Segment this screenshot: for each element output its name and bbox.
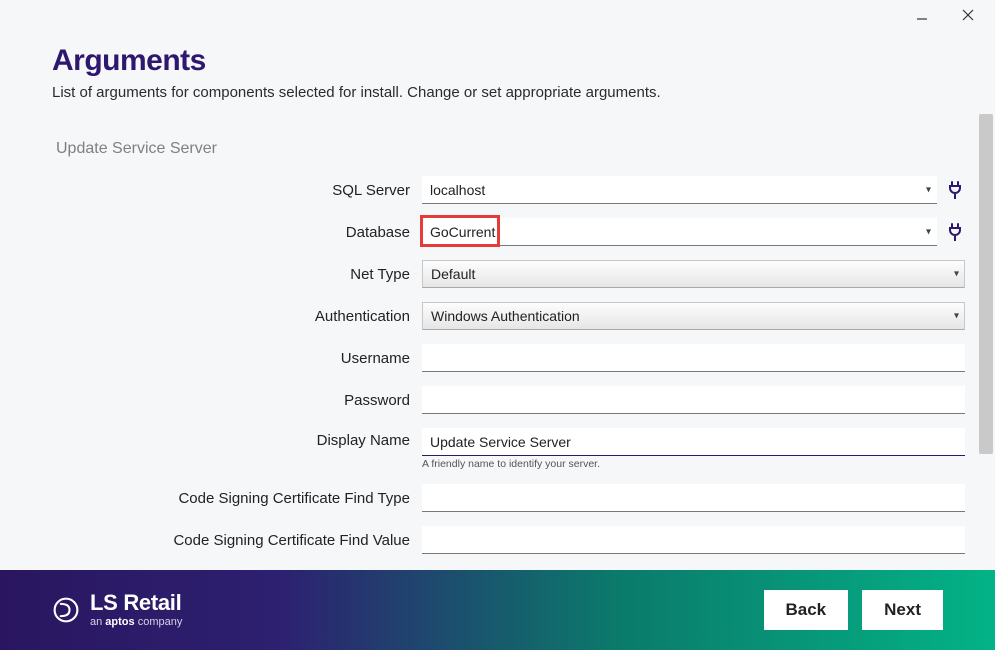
label-authentication: Authentication [52,308,422,325]
label-net-type: Net Type [52,266,422,283]
row-database: Database ▾ [52,218,965,246]
brand-sub-bold: aptos [105,616,134,628]
test-connection-icon[interactable] [945,222,965,242]
row-username: Username [52,344,965,372]
page-title: Arguments [52,44,965,78]
installer-window: Arguments List of arguments for componen… [0,0,995,650]
label-sql-server: SQL Server [52,182,422,199]
authentication-value: Windows Authentication [431,308,580,324]
brand-sub-suffix: company [135,616,183,628]
cert-find-type-input[interactable] [422,484,965,512]
brand: LS Retail an aptos company [52,592,182,628]
brand-name: LS Retail [90,592,182,614]
brand-sub-prefix: an [90,616,105,628]
titlebar [913,0,995,30]
password-input[interactable] [422,386,965,414]
display-name-helper: A friendly name to identify your server. [422,458,965,470]
row-cert-find-value: Code Signing Certificate Find Value [52,526,965,554]
test-connection-icon[interactable] [945,180,965,200]
row-authentication: Authentication Windows Authentication ▾ [52,302,965,330]
vertical-scrollbar[interactable] [979,114,993,570]
cert-find-value-input[interactable] [422,526,965,554]
arguments-form: SQL Server ▾ Database ▾ [52,176,965,554]
database-combobox[interactable] [422,218,937,246]
sql-server-combobox[interactable] [422,176,937,204]
label-cert-find-type: Code Signing Certificate Find Type [52,490,422,507]
row-net-type: Net Type Default ▾ [52,260,965,288]
net-type-value: Default [431,266,475,282]
display-name-input[interactable] [422,428,965,456]
page-subtitle: List of arguments for components selecte… [52,84,965,101]
net-type-select[interactable]: Default [422,260,965,288]
section-title: Update Service Server [56,140,965,158]
row-cert-find-type: Code Signing Certificate Find Type [52,484,965,512]
minimize-button[interactable] [913,6,931,24]
footer: LS Retail an aptos company Back Next [0,570,995,650]
brand-logo-icon [52,596,80,624]
label-password: Password [52,392,422,409]
scrollbar-thumb[interactable] [979,114,993,454]
authentication-select[interactable]: Windows Authentication [422,302,965,330]
row-display-name: Display Name A friendly name to identify… [52,428,965,470]
content-area: Update Service Server SQL Server ▾ Datab… [52,130,965,570]
label-username: Username [52,350,422,367]
row-password: Password [52,386,965,414]
row-sql-server: SQL Server ▾ [52,176,965,204]
label-cert-find-value: Code Signing Certificate Find Value [52,532,422,549]
close-button[interactable] [959,6,977,24]
username-input[interactable] [422,344,965,372]
footer-buttons: Back Next [764,590,944,630]
header: Arguments List of arguments for componen… [52,44,965,101]
back-button[interactable]: Back [764,590,849,630]
next-button[interactable]: Next [862,590,943,630]
label-display-name: Display Name [52,428,422,449]
label-database: Database [52,224,422,241]
brand-subtitle: an aptos company [90,617,182,628]
